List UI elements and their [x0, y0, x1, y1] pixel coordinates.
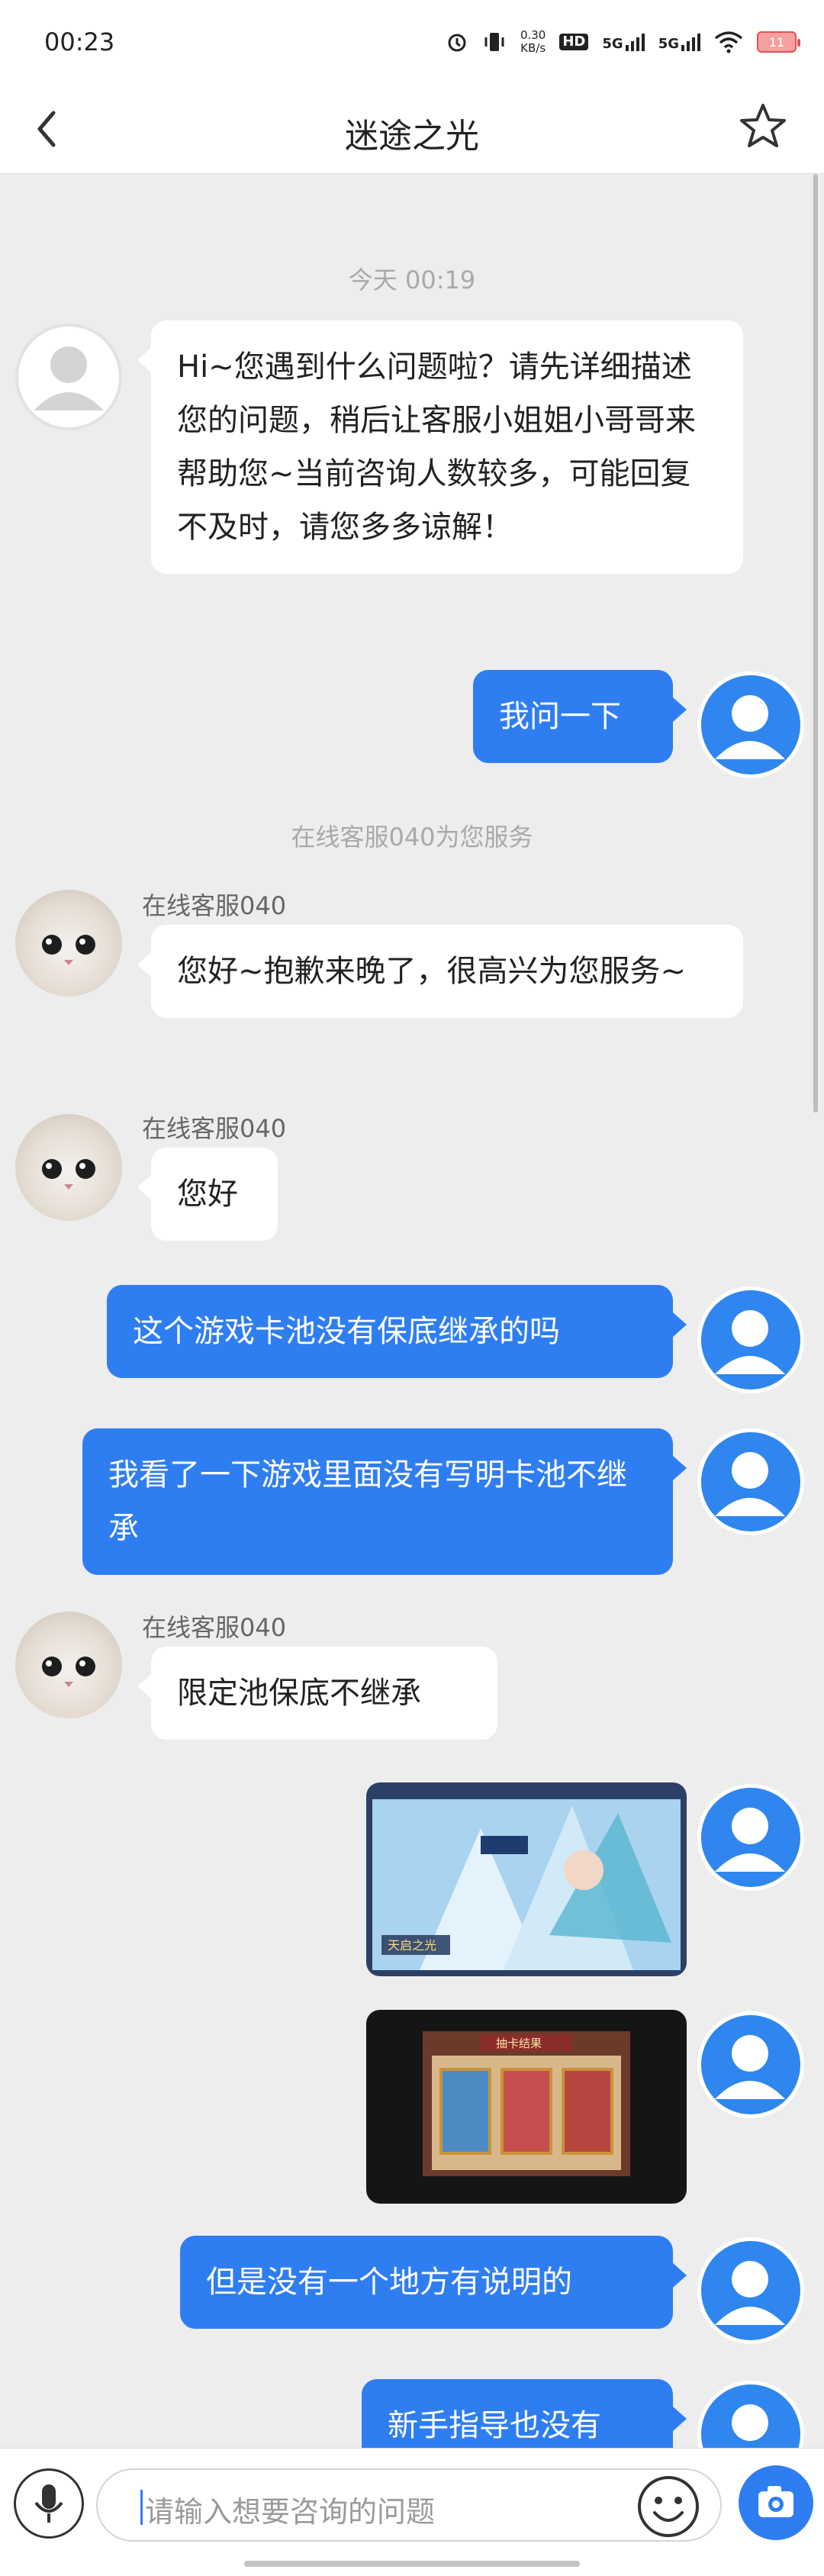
scrollbar[interactable] — [813, 174, 818, 1113]
user-avatar[interactable] — [697, 2237, 804, 2344]
message-input[interactable]: 请输入想要咨询的问题 — [96, 2468, 722, 2542]
person-icon — [34, 346, 104, 411]
page-title: 迷途之光 — [345, 117, 479, 156]
user-avatar[interactable] — [697, 1286, 804, 1393]
agent-name: 在线客服040 — [142, 1114, 287, 1143]
person-icon — [715, 1310, 785, 1374]
status-bar: 00:23 0.30 KB/s HD 5G 5G 11 — [0, 0, 824, 84]
person-icon — [715, 695, 785, 759]
battery-indicator: 11 — [757, 31, 800, 53]
message-bubble[interactable]: 但是没有一个地方有说明的 — [180, 2236, 687, 2329]
alarm-icon — [448, 34, 466, 52]
vibrate-icon — [484, 33, 504, 51]
text-caret — [140, 2490, 143, 2525]
network-type-2: 5G — [658, 36, 679, 52]
image-caption: 天启之光 — [388, 1938, 436, 1953]
status-icons: 0.30 KB/s HD 5G 5G 11 — [446, 23, 800, 61]
game-screenshot-image: 天启之光 — [366, 1782, 687, 1976]
user-avatar[interactable] — [697, 1428, 804, 1535]
cat-avatar[interactable] — [15, 890, 122, 997]
microphone-icon — [34, 2484, 63, 2523]
input-placeholder: 请输入想要咨询的问题 — [145, 2495, 436, 2529]
speed-unit: KB/s — [520, 41, 546, 55]
voice-button[interactable] — [14, 2468, 84, 2539]
default-avatar[interactable] — [15, 324, 122, 430]
person-icon — [715, 1808, 785, 1872]
image-message[interactable]: 抽卡结果 — [366, 2010, 687, 2204]
network-speed: 0.30 KB/s — [520, 29, 546, 55]
message-bubble[interactable]: 我问一下 — [473, 670, 687, 763]
message-bubble[interactable]: Hi~您遇到什么问题啦？请先详细描述您的问题，稍后让客服小姐姐小哥哥来帮助您~当… — [137, 320, 743, 574]
message-bubble[interactable]: 您好~抱歉来晚了，很高兴为您服务~ — [137, 925, 743, 1018]
wifi-icon — [714, 31, 743, 53]
message-bubble[interactable]: 我看了一下游戏里面没有写明卡池不继承 — [82, 1428, 687, 1575]
user-avatar[interactable] — [697, 671, 804, 778]
gacha-result-image: 抽卡结果 — [366, 2010, 687, 2204]
status-time: 00:23 — [44, 27, 115, 56]
star-outline-icon — [740, 104, 786, 147]
cat-face-icon — [42, 1159, 95, 1190]
emoji-icon — [638, 2476, 699, 2537]
message-bubble[interactable]: 这个游戏卡池没有保底继承的吗 — [107, 1285, 687, 1378]
signal-bars-icon — [681, 34, 700, 51]
cat-avatar[interactable] — [15, 1114, 122, 1221]
person-icon — [715, 2261, 785, 2325]
signal-1: 5G — [602, 33, 645, 52]
input-bar: 请输入想要咨询的问题 — [0, 2448, 824, 2576]
person-icon — [715, 2035, 785, 2099]
user-avatar[interactable] — [697, 1784, 804, 1891]
camera-icon — [758, 2486, 793, 2517]
chat-area[interactable]: 今天 00:19 Hi~您遇到什么问题啦？请先详细描述您的问题，稍后让客服小姐姐… — [0, 174, 824, 2448]
cat-avatar[interactable] — [15, 1612, 122, 1718]
cat-face-icon — [42, 935, 95, 965]
network-type-1: 5G — [602, 36, 623, 52]
title-bar: 迷途之光 — [0, 84, 824, 174]
speed-value: 0.30 — [520, 28, 546, 42]
hd-badge: HD — [559, 34, 589, 50]
cat-face-icon — [42, 1657, 95, 1687]
message-bubble[interactable]: 新手指导也没有 — [362, 2379, 687, 2448]
signal-2: 5G — [658, 33, 700, 51]
user-avatar[interactable] — [697, 2381, 804, 2448]
message-bubble[interactable]: 限定池保底不继承 — [137, 1647, 497, 1740]
message-bubble[interactable]: 您好 — [137, 1148, 278, 1241]
agent-name: 在线客服040 — [142, 891, 287, 920]
camera-button[interactable] — [739, 2465, 813, 2540]
person-icon — [715, 1452, 785, 1516]
system-notice: 在线客服040为您服务 — [291, 823, 533, 852]
chat-timestamp: 今天 00:19 — [348, 266, 476, 295]
user-avatar[interactable] — [697, 2011, 804, 2118]
favorite-button[interactable] — [732, 96, 793, 157]
signal-bars-icon — [625, 34, 645, 51]
emoji-button[interactable] — [635, 2473, 702, 2540]
image-message[interactable]: 天启之光 — [366, 1782, 687, 1976]
agent-name: 在线客服040 — [142, 1613, 287, 1642]
person-icon — [732, 2404, 768, 2441]
home-indicator[interactable] — [244, 2561, 580, 2567]
image-caption: 抽卡结果 — [496, 2037, 542, 2050]
